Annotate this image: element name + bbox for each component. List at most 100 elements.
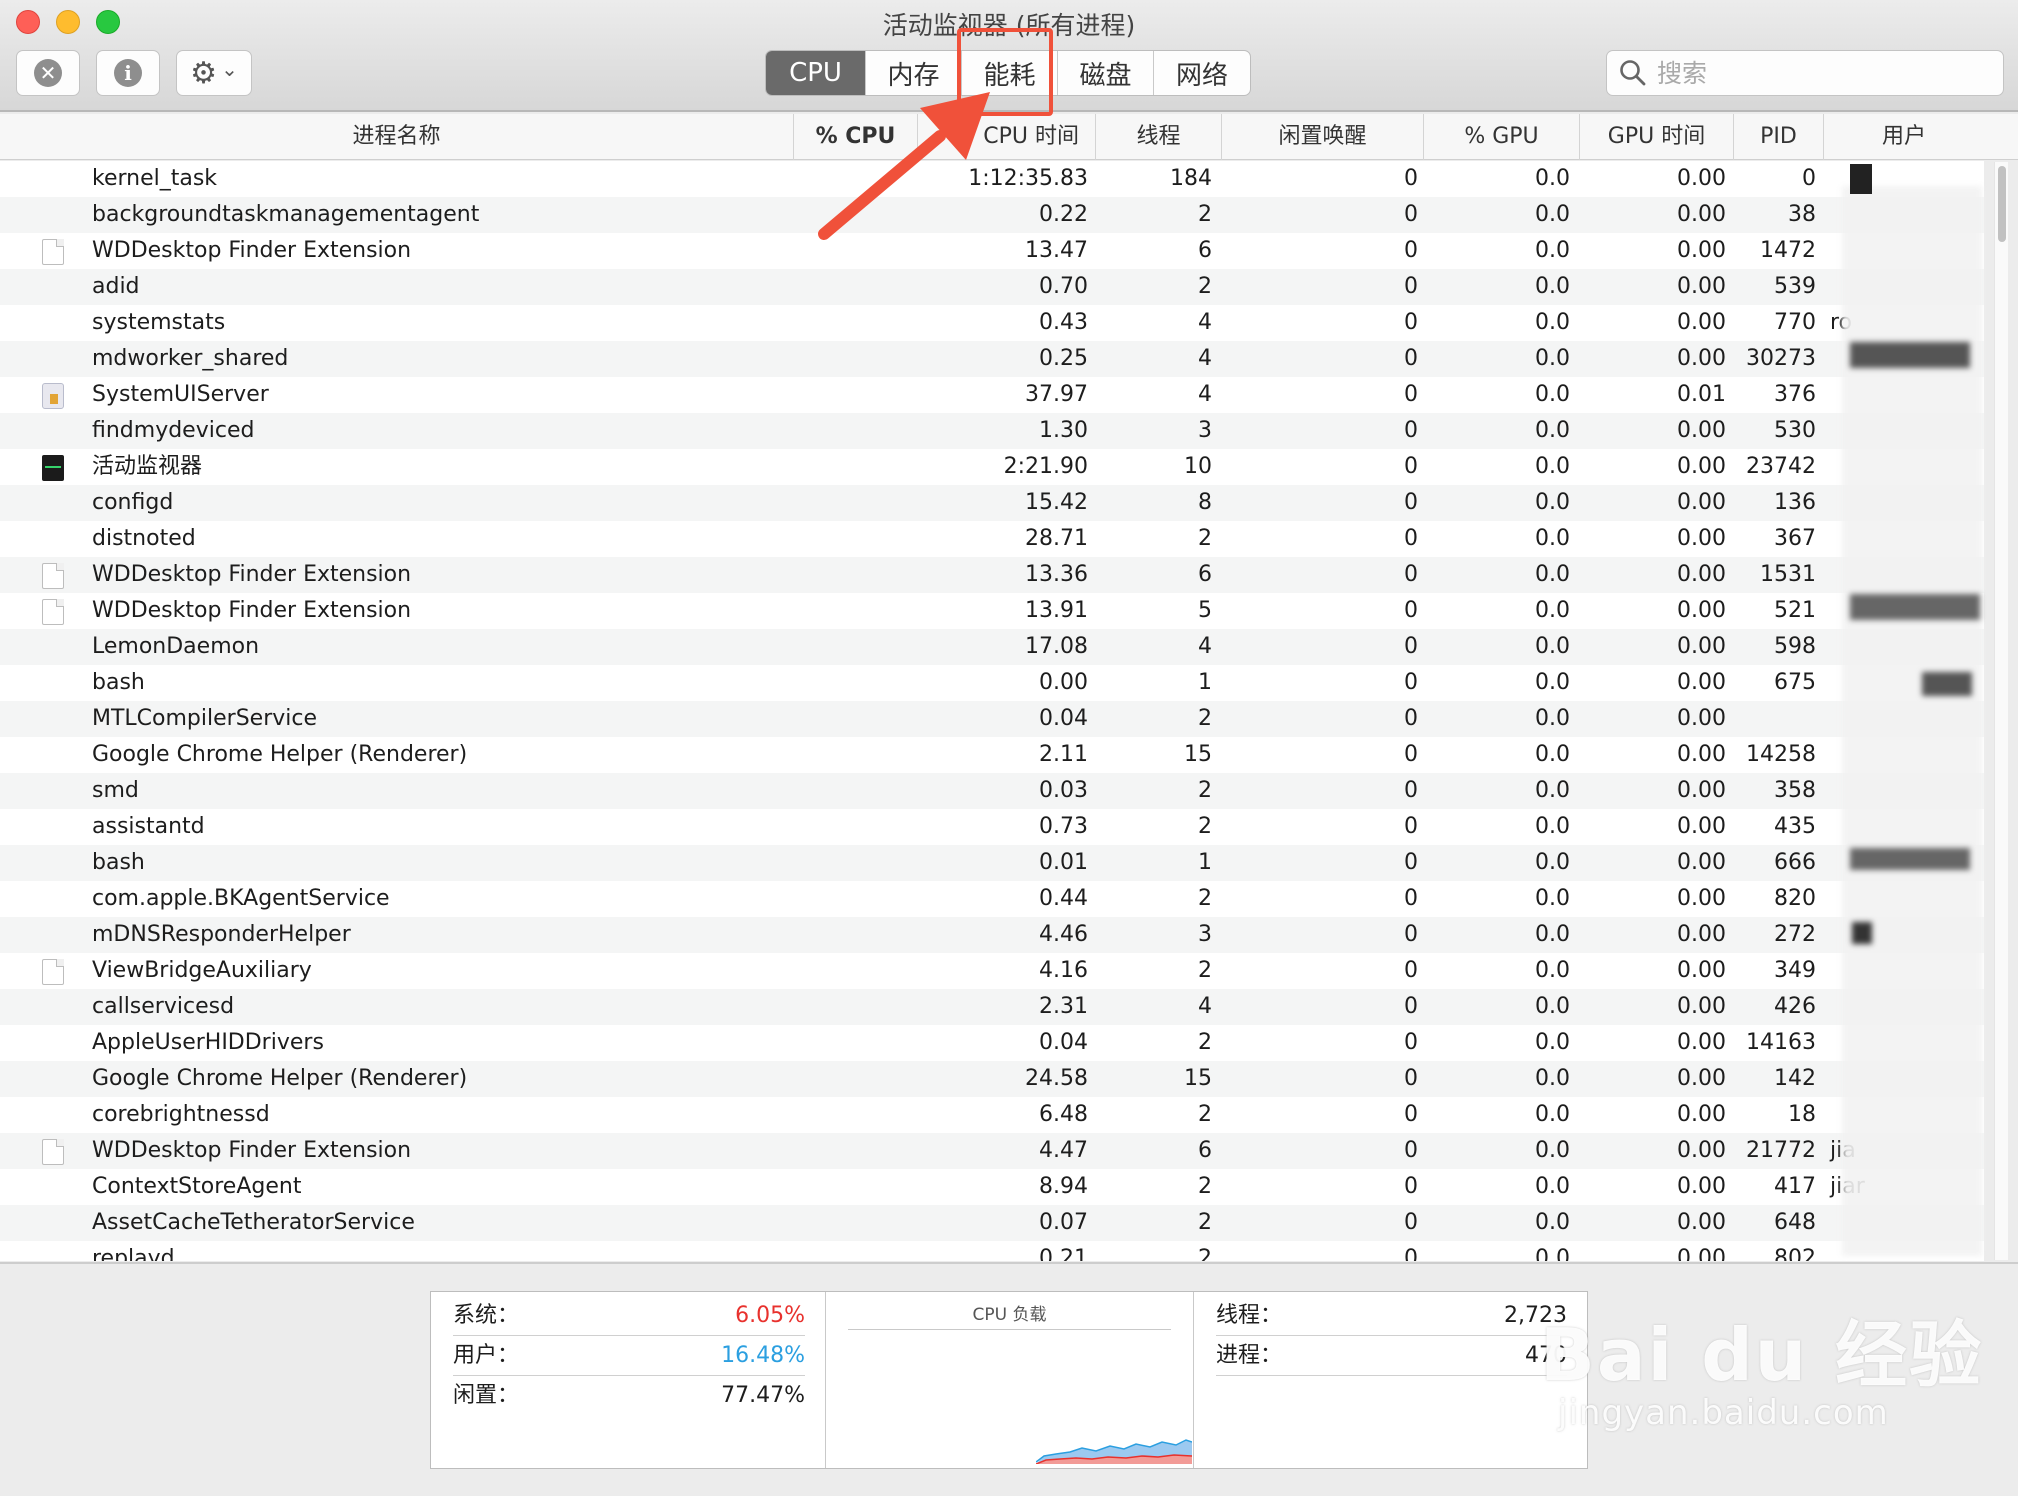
table-row[interactable]: WDDesktop Finder Extension 4.47 6 0 0.0 0.00 2… <box>0 1133 1984 1169</box>
stat-value: 77.47% <box>721 1383 805 1408</box>
pid-cell: 539 <box>1774 274 1816 299</box>
pid-cell: 23742 <box>1746 454 1816 479</box>
table-row[interactable]: Google Chrome Helper (Renderer) 2.11 15 0 0.… <box>0 737 1984 773</box>
pid-cell: 770 <box>1774 310 1816 335</box>
idle-wakeups-cell: 0 <box>1404 850 1418 875</box>
pid-cell: 376 <box>1774 382 1816 407</box>
gpu-cell: 0.0 <box>1535 454 1570 479</box>
column-header-process-name[interactable]: 进程名称 <box>0 114 794 160</box>
threads-cell: 5 <box>1198 598 1212 623</box>
table-row[interactable]: configd 15.42 8 0 0.0 0.00 136 <box>0 485 1984 521</box>
document-icon <box>42 959 64 985</box>
cpu-time-cell: 2.31 <box>1039 994 1088 1019</box>
gpu-cell: 0.0 <box>1535 742 1570 767</box>
threads-cell: 4 <box>1198 310 1212 335</box>
column-header-gpu-percent[interactable]: % GPU <box>1424 114 1580 160</box>
table-row[interactable]: systemstats0.43400.00.00770ro <box>0 305 1984 341</box>
table-row[interactable]: bash 0.01 1 0 0.0 0.00 666 <box>0 845 1984 881</box>
tab-cpu[interactable]: CPU <box>766 51 866 95</box>
gpu-cell: 0.0 <box>1535 1066 1570 1091</box>
table-row[interactable]: SystemUIServer 37.97 4 0 0.0 0.01 376 <box>0 377 1984 413</box>
cpu-time-cell: 13.36 <box>1025 562 1088 587</box>
table-row[interactable]: ContextStoreAgent8.94200.00.00417jiar <box>0 1169 1984 1205</box>
table-scrollbar[interactable] <box>1994 162 2008 1260</box>
column-header-label: CPU 时间 <box>983 124 1079 149</box>
table-row[interactable]: distnoted 28.71 2 0 0.0 0.00 367 <box>0 521 1984 557</box>
table-row[interactable]: adid 0.70 2 0 0.0 0.00 539 <box>0 269 1984 305</box>
idle-wakeups-cell: 0 <box>1404 1066 1418 1091</box>
table-row[interactable]: ViewBridgeAuxiliary 4.16 2 0 0.0 0.00 349 <box>0 953 1984 989</box>
table-row[interactable]: kernel_task 1:12:35.83 184 0 0.0 0.00 0 <box>0 161 1984 197</box>
table-row[interactable]: backgroundtaskmanagementagent 0.22 2 0 0.0 0.… <box>0 197 1984 233</box>
column-header-user[interactable]: 用户 <box>1824 114 1984 160</box>
column-header-gpu-time[interactable]: GPU 时间 <box>1580 114 1734 160</box>
search-icon <box>1620 60 1646 86</box>
process-name-cell: configd <box>92 490 174 515</box>
stop-process-button[interactable]: ✕ <box>16 50 80 96</box>
stat-label: 系统： <box>453 1303 520 1328</box>
table-row[interactable]: smd 0.03 2 0 0.0 0.00 358 <box>0 773 1984 809</box>
idle-wakeups-cell: 0 <box>1404 274 1418 299</box>
threads-cell: 3 <box>1198 922 1212 947</box>
table-row[interactable]: LemonDaemon 17.08 4 0 0.0 0.00 598 <box>0 629 1984 665</box>
pid-cell: 1472 <box>1760 238 1816 263</box>
gear-menu-button[interactable]: ⚙ ⌄ <box>176 50 252 96</box>
tab-disk[interactable]: 磁盘 <box>1058 51 1154 95</box>
table-row[interactable]: mdworker_shared 0.25 4 0 0.0 0.00 30273 <box>0 341 1984 377</box>
table-row[interactable]: MTLCompilerService 0.04 2 0 0.0 0.00 <box>0 701 1984 737</box>
stat-label: 用户： <box>453 1343 520 1368</box>
idle-wakeups-cell: 0 <box>1404 706 1418 731</box>
gpu-cell: 0.0 <box>1535 310 1570 335</box>
table-row[interactable]: com.apple.BKAgentService 0.44 2 0 0.0 0.00 820 <box>0 881 1984 917</box>
tab-network[interactable]: 网络 <box>1154 51 1250 95</box>
cpu-time-cell: 0.44 <box>1039 886 1088 911</box>
table-row[interactable]: 活动监视器 2:21.90 10 0 0.0 0.00 23742 <box>0 449 1984 485</box>
table-row[interactable]: mDNSResponderHelper 4.46 3 0 0.0 0.00 272 <box>0 917 1984 953</box>
table-row[interactable]: WDDesktop Finder Extension 13.91 5 0 0.0 0.00… <box>0 593 1984 629</box>
inspect-process-button[interactable]: i <box>96 50 160 96</box>
tab-memory[interactable]: 内存 <box>866 51 962 95</box>
document-icon <box>42 563 64 589</box>
gpu-cell: 0.0 <box>1535 202 1570 227</box>
gpu-time-cell: 0.00 <box>1677 886 1726 911</box>
gpu-time-cell: 0.00 <box>1677 562 1726 587</box>
gpu-time-cell: 0.00 <box>1677 1102 1726 1127</box>
gpu-cell: 0.0 <box>1535 1102 1570 1127</box>
table-row[interactable]: AssetCacheTetheratorService 0.07 2 0 0.0 0.00… <box>0 1205 1984 1241</box>
search-field[interactable] <box>1606 50 2004 96</box>
threads-cell: 8 <box>1198 490 1212 515</box>
table-row[interactable]: corebrightnessd 6.48 2 0 0.0 0.00 18 <box>0 1097 1984 1133</box>
cpu-time-cell: 0.22 <box>1039 202 1088 227</box>
column-header-pid[interactable]: PID <box>1734 114 1824 160</box>
cpu-load-title: CPU 负载 <box>848 1300 1171 1330</box>
gpu-time-cell: 0.00 <box>1677 1210 1726 1235</box>
table-row[interactable]: replayd 0.21 2 0 0.0 0.00 802 <box>0 1241 1984 1261</box>
scrollbar-thumb[interactable] <box>1998 166 2006 242</box>
table-row[interactable]: WDDesktop Finder Extension 13.36 6 0 0.0 0.00… <box>0 557 1984 593</box>
cpu-time-cell: 1.30 <box>1039 418 1088 443</box>
table-row[interactable]: callservicesd 2.31 4 0 0.0 0.00 426 <box>0 989 1984 1025</box>
idle-wakeups-cell: 0 <box>1404 310 1418 335</box>
gpu-time-cell: 0.00 <box>1677 814 1726 839</box>
table-row[interactable]: assistantd 0.73 2 0 0.0 0.00 435 <box>0 809 1984 845</box>
column-header-label: GPU 时间 <box>1607 124 1706 149</box>
process-name-cell: bash <box>92 670 145 695</box>
process-name-cell: com.apple.BKAgentService <box>92 886 390 911</box>
table-row[interactable]: Google Chrome Helper (Renderer) 24.58 15 0 0… <box>0 1061 1984 1097</box>
gpu-time-cell: 0.00 <box>1677 958 1726 983</box>
table-row[interactable]: findmydeviced 1.30 3 0 0.0 0.00 530 <box>0 413 1984 449</box>
column-header-label: 线程 <box>1136 124 1181 149</box>
column-header-cpu-time[interactable]: CPU 时间 <box>918 114 1096 160</box>
gpu-cell: 0.0 <box>1535 850 1570 875</box>
gpu-cell: 0.0 <box>1535 922 1570 947</box>
process-name-cell: systemstats <box>92 310 226 335</box>
table-row[interactable]: AppleUserHIDDrivers 0.04 2 0 0.0 0.00 14163 <box>0 1025 1984 1061</box>
table-row[interactable]: WDDesktop Finder Extension 13.47 6 0 0.0 0.00… <box>0 233 1984 269</box>
column-header-idle-wakeups[interactable]: 闲置唤醒 <box>1222 114 1424 160</box>
pid-cell: 30273 <box>1746 346 1816 371</box>
stat-label: 线程： <box>1216 1303 1283 1328</box>
search-input[interactable] <box>1657 58 1957 88</box>
table-row[interactable]: bash 0.00 1 0 0.0 0.00 675 <box>0 665 1984 701</box>
column-header-threads[interactable]: 线程 <box>1096 114 1222 160</box>
column-header-cpu-percent[interactable]: % CPU <box>794 114 918 160</box>
